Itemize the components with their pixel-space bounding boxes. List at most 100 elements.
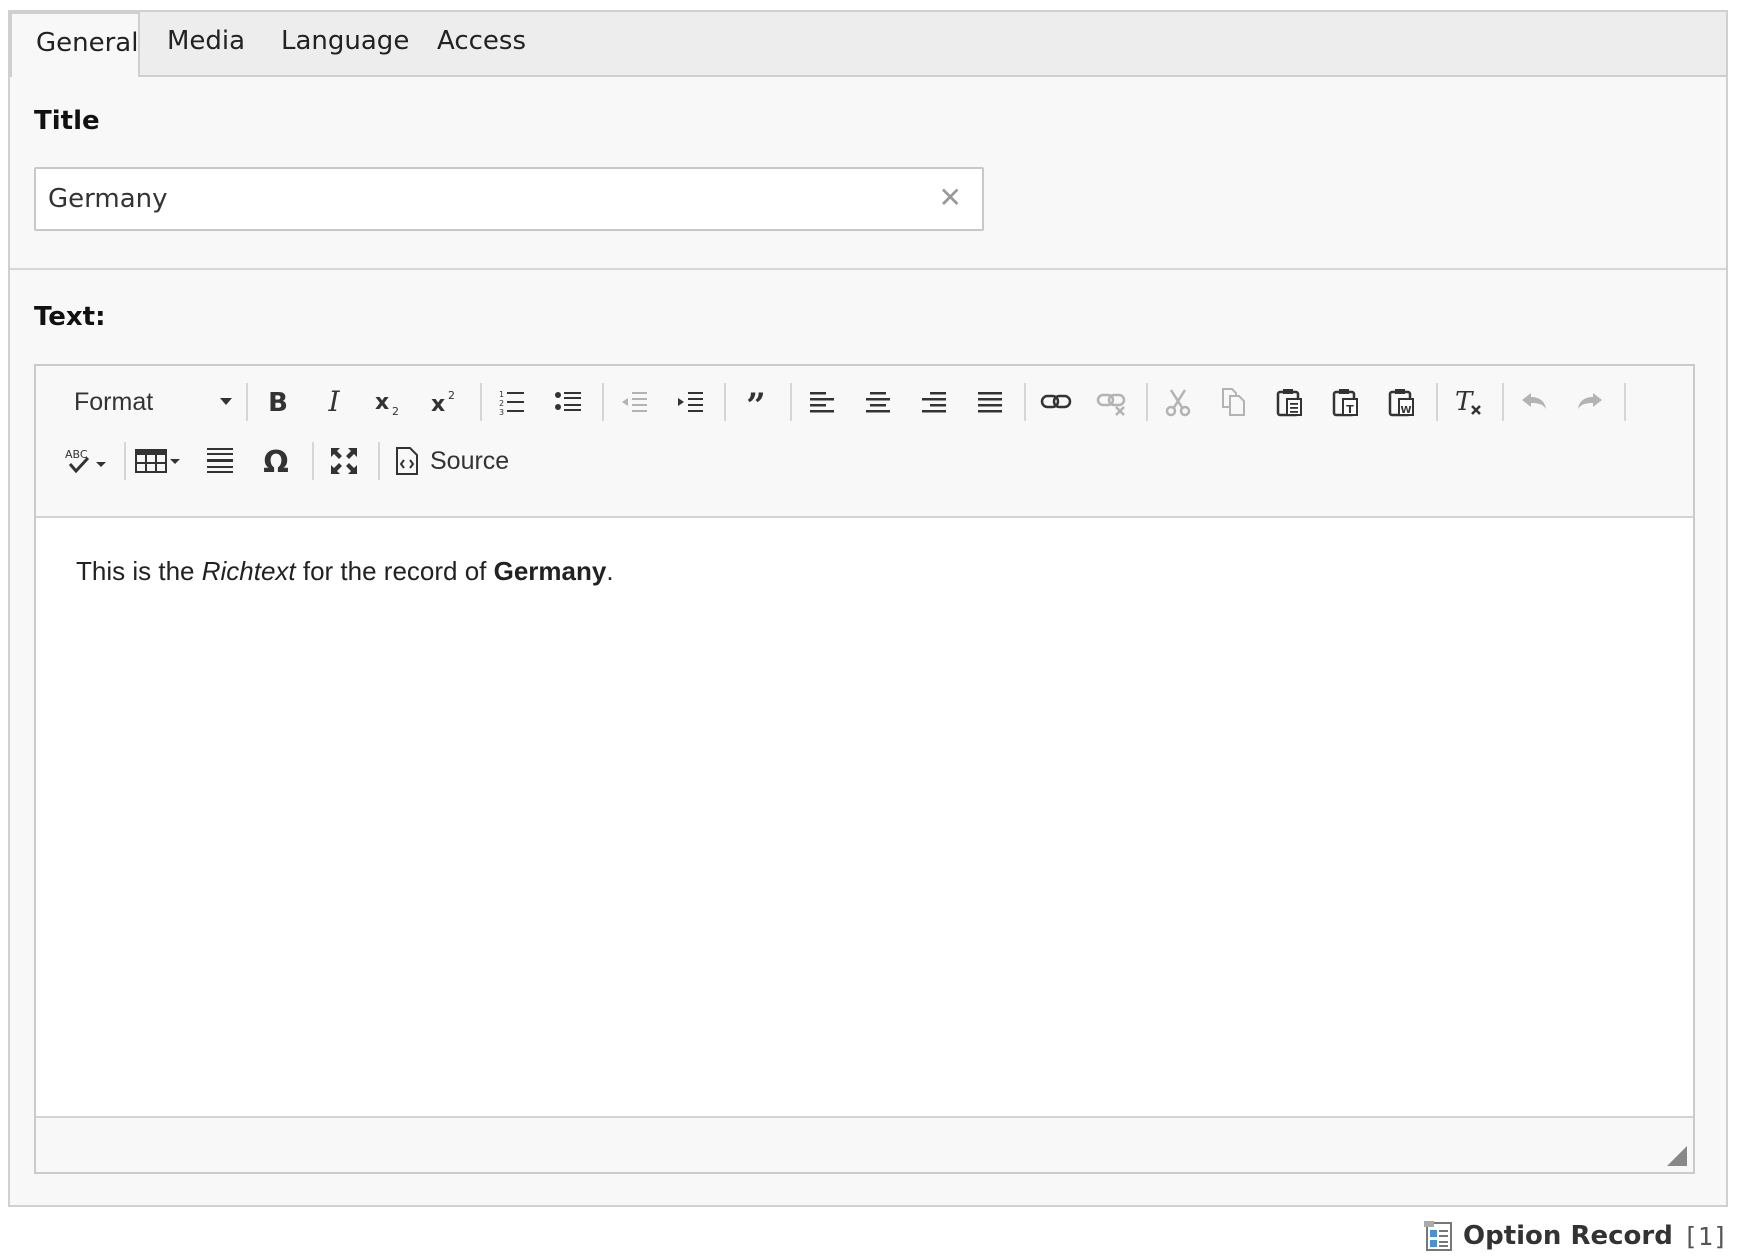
bold-icon: B [268,388,288,417]
editor-content[interactable]: This is the Richtext for the record of G… [36,518,1693,1120]
paste-as-text-button[interactable]: T [1324,380,1368,424]
format-dropdown[interactable]: Format [74,380,234,424]
record-icon [1424,1221,1452,1251]
svg-text:3: 3 [499,408,504,417]
align-right-icon [922,392,946,413]
horizontal-line-icon [207,448,233,473]
paste-button[interactable] [1268,380,1312,424]
tab-media[interactable]: Media [143,12,269,75]
content-paragraph: This is the Richtext for the record of G… [76,556,614,587]
special-char-button[interactable]: Ω [254,439,298,483]
toolbar-separator [1502,383,1504,421]
paste-from-word-button[interactable]: W [1380,380,1424,424]
content-bold: Germany [493,556,607,586]
align-right-button[interactable] [912,380,956,424]
svg-text:1: 1 [499,390,504,399]
tab-general[interactable]: General [10,12,140,77]
paste-word-icon: W [1388,389,1414,417]
align-center-button[interactable] [856,380,900,424]
svg-text:T: T [1346,403,1354,416]
content-text-2: for the record of [295,556,494,586]
italic-icon: I [327,387,340,417]
subscript-button[interactable]: x2 [368,380,412,424]
svg-text:x: x [431,392,445,417]
clear-formatting-icon: T [1455,387,1481,417]
outdent-button[interactable] [612,380,656,424]
redo-icon [1578,393,1602,409]
cut-button[interactable] [1156,380,1200,424]
source-button[interactable]: Source [388,439,518,483]
spellcheck-button[interactable]: ABC [62,439,112,483]
toolbar-separator [312,442,314,480]
justify-icon [978,392,1002,413]
table-icon [135,449,180,473]
svg-text:x: x [375,390,389,415]
toolbar-separator [378,442,380,480]
subscript-icon: x2 [375,390,399,417]
rich-text-editor: Format B I x2 x2 1 2 3 ” T W T ABC Ω Sou… [34,364,1695,1174]
resize-handle-icon[interactable] [1667,1146,1687,1166]
undo-icon [1522,393,1546,409]
content-italic: Richtext [201,556,296,586]
editor-statusbar [36,1116,1693,1172]
title-field[interactable]: ✕ [34,167,984,231]
svg-text:2: 2 [392,405,399,417]
redo-button[interactable] [1568,380,1612,424]
toolbar-separator [724,383,726,421]
align-left-button[interactable] [800,380,844,424]
editor-toolbar: Format B I x2 x2 1 2 3 ” T W T ABC Ω Sou… [36,366,1693,518]
toolbar-separator [1436,383,1438,421]
remove-format-button[interactable]: T [1446,380,1490,424]
record-edit-form: General Media Language Access Title ✕ Te… [8,10,1728,1207]
content-text-1: This is the [76,556,202,586]
clear-icon[interactable]: ✕ [939,183,962,213]
paste-text-icon: T [1332,389,1358,417]
indent-icon [678,392,703,412]
unlink-button[interactable] [1090,380,1134,424]
italic-button[interactable]: I [312,380,356,424]
record-info: Option Record [1] [1423,1216,1728,1256]
superscript-button[interactable]: x2 [424,380,468,424]
record-label: Option Record [1463,1221,1673,1251]
tab-bar: General Media Language Access [10,12,1726,77]
undo-button[interactable] [1512,380,1556,424]
superscript-icon: x2 [431,389,455,417]
numbered-list-button[interactable]: 1 2 3 [490,380,534,424]
chevron-down-icon [220,398,232,405]
tab-access[interactable]: Access [413,12,550,75]
svg-text:T: T [1455,387,1474,417]
bold-button[interactable]: B [256,380,300,424]
svg-text:Ω: Ω [263,445,289,477]
spellcheck-icon: ABC [65,448,106,474]
svg-text:2: 2 [499,399,504,408]
maximize-button[interactable] [322,439,366,483]
paste-icon [1276,389,1302,417]
bullet-list-button[interactable] [546,380,590,424]
table-button[interactable] [132,439,184,483]
align-left-icon [810,392,834,413]
text-label: Text: [34,302,106,332]
unlink-icon [1096,393,1126,416]
indent-button[interactable] [668,380,712,424]
bullet-list-icon [555,392,581,411]
format-label: Format [74,388,154,416]
title-label: Title [34,106,100,136]
toolbar-separator [246,383,248,421]
link-button[interactable] [1034,380,1078,424]
justify-button[interactable] [968,380,1012,424]
svg-text:W: W [1400,405,1411,416]
quote-icon: ” [746,387,766,417]
section-divider [10,268,1726,270]
horizontal-rule-button[interactable] [198,439,242,483]
content-text-3: . [606,556,614,586]
toolbar-separator [790,383,792,421]
scissors-icon [1165,389,1191,417]
toolbar-separator [1146,383,1148,421]
copy-button[interactable] [1212,380,1256,424]
blockquote-button[interactable]: ” [734,380,778,424]
toolbar-separator [602,383,604,421]
tab-language[interactable]: Language [257,12,433,75]
svg-text:2: 2 [448,389,455,402]
svg-text:B: B [268,388,288,417]
title-input[interactable] [48,169,928,229]
